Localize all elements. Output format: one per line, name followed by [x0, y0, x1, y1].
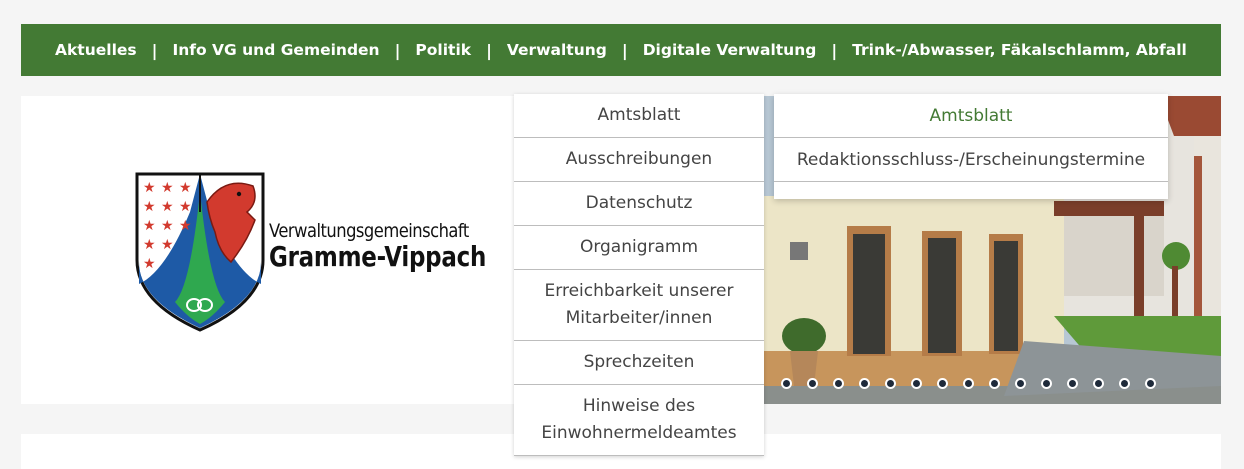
dropdown-item-amtsblatt[interactable]: Amtsblatt [514, 94, 764, 138]
nav-separator: | [486, 40, 492, 60]
logo-wordmark: Verwaltungsgemeinschaft Gramme-Vippach [269, 220, 534, 273]
verwaltung-dropdown-menu: Amtsblatt Ausschreibungen Datenschutz Or… [514, 94, 764, 456]
svg-text:★: ★ [161, 199, 174, 215]
slider-dot[interactable] [911, 378, 922, 389]
slider-dot[interactable] [989, 378, 1000, 389]
svg-text:★: ★ [179, 199, 192, 215]
svg-text:★: ★ [161, 218, 174, 234]
amtsblatt-submenu: Amtsblatt Redaktionsschluss-/Erscheinung… [774, 94, 1168, 199]
slider-pagination [765, 378, 1156, 389]
slider-dot[interactable] [781, 378, 792, 389]
nav-item-digitale-verwaltung[interactable]: Digitale Verwaltung [643, 41, 817, 59]
dropdown-item-einwohnermeldeamt[interactable]: Hinweise des Einwohnermeldeamtes [514, 385, 764, 456]
site-logo[interactable]: ★ ★ ★ ★ ★ ★ ★ ★ ★ ★ ★ ★ Verwaltungsgemeinschaft… [135, 172, 486, 334]
nav-item-aktuelles[interactable]: Aktuelles [55, 41, 137, 59]
svg-text:★: ★ [161, 180, 174, 196]
nav-item-verwaltung[interactable]: Verwaltung [507, 41, 607, 59]
logo-line-2: Gramme-Vippach [269, 240, 487, 273]
svg-text:★: ★ [179, 180, 192, 196]
svg-text:★: ★ [143, 256, 156, 272]
nav-item-abwasser-abfall[interactable]: Trink-/Abwasser, Fäkalschlamm, Abfall [852, 41, 1187, 59]
nav-separator: | [621, 40, 628, 60]
slider-dot[interactable] [807, 378, 818, 389]
coat-of-arms-icon: ★ ★ ★ ★ ★ ★ ★ ★ ★ ★ ★ ★ [135, 172, 265, 332]
dropdown-item-ausschreibungen[interactable]: Ausschreibungen [514, 138, 764, 182]
nav-item-politik[interactable]: Politik [415, 41, 471, 59]
dropdown-item-datenschutz[interactable]: Datenschutz [514, 182, 764, 226]
slider-dot[interactable] [1067, 378, 1078, 389]
logo-line-1: Verwaltungsgemeinschaft [269, 220, 469, 242]
main-navigation: Aktuelles | Info VG und Gemeinden | Poli… [21, 24, 1221, 76]
slider-dot[interactable] [1041, 378, 1052, 389]
slider-dot[interactable] [1119, 378, 1130, 389]
dropdown-item-organigramm[interactable]: Organigramm [514, 226, 764, 270]
submenu-item-amtsblatt[interactable]: Amtsblatt [774, 94, 1168, 138]
slider-dot[interactable] [833, 378, 844, 389]
nav-separator: | [394, 40, 401, 60]
nav-separator: | [831, 40, 838, 60]
slider-dot[interactable] [885, 378, 896, 389]
submenu-item-redaktionsschluss[interactable]: Redaktionsschluss-/Erscheinungstermine [774, 138, 1168, 182]
slider-dot[interactable] [963, 378, 974, 389]
dropdown-item-erreichbarkeit[interactable]: Erreichbarkeit unserer Mitarbeiter/innen [514, 270, 764, 341]
svg-text:★: ★ [143, 218, 156, 234]
slider-dot[interactable] [1015, 378, 1026, 389]
svg-text:★: ★ [179, 218, 192, 234]
dropdown-item-sprechzeiten[interactable]: Sprechzeiten [514, 341, 764, 385]
slider-dot[interactable] [1093, 378, 1104, 389]
svg-text:★: ★ [143, 237, 156, 253]
svg-text:★: ★ [161, 237, 174, 253]
svg-text:★: ★ [143, 180, 156, 196]
slider-dot[interactable] [937, 378, 948, 389]
nav-item-info-vg[interactable]: Info VG und Gemeinden [172, 41, 379, 59]
nav-separator: | [151, 40, 158, 60]
slider-dot[interactable] [1145, 378, 1156, 389]
slider-dot[interactable] [859, 378, 870, 389]
svg-text:★: ★ [143, 199, 156, 215]
